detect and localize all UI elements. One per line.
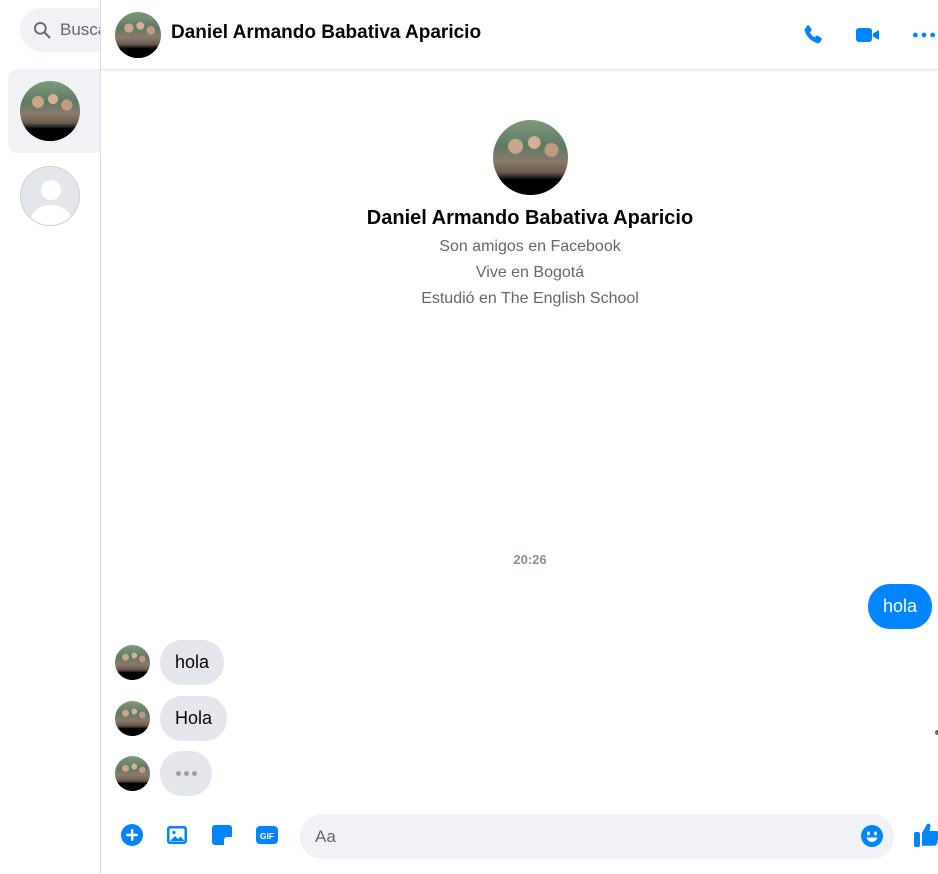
conversation-sidebar: Busca	[0, 0, 101, 874]
send-like-button[interactable]	[913, 821, 938, 849]
attach-image-button[interactable]	[164, 822, 190, 848]
gif-button[interactable]: GIF	[254, 822, 280, 848]
incoming-message-row: Hola	[115, 696, 228, 741]
sender-avatar[interactable]	[115, 756, 150, 791]
call-button[interactable]	[798, 20, 828, 50]
emoji-icon[interactable]	[860, 824, 884, 848]
sticker-icon	[212, 825, 232, 845]
video-call-button[interactable]	[853, 20, 883, 50]
typing-indicator	[160, 751, 212, 796]
conversation-item-unknown[interactable]	[8, 154, 100, 238]
message-timestamp: 20:26	[513, 552, 547, 567]
plus-circle-icon	[121, 824, 143, 846]
search-bar[interactable]: Busca	[20, 8, 100, 52]
video-camera-icon	[856, 28, 879, 42]
default-avatar-icon	[20, 166, 80, 226]
typing-dots-icon	[175, 771, 197, 776]
profile-intro: Daniel Armando Babativa Aparicio Son ami…	[101, 120, 938, 308]
svg-text:GIF: GIF	[260, 831, 274, 841]
incoming-message-row: hola	[115, 640, 225, 685]
more-options-button[interactable]	[909, 20, 938, 50]
thumbs-up-icon	[914, 823, 938, 847]
typing-indicator-row	[115, 751, 212, 796]
message-composer: GIF	[101, 804, 938, 874]
header-contact-name[interactable]: Daniel Armando Babativa Aparicio	[171, 22, 481, 44]
incoming-message[interactable]: Hola	[160, 696, 228, 741]
message-input-wrapper	[300, 814, 894, 859]
incoming-message[interactable]: hola	[160, 640, 225, 685]
profile-friend-status: Son amigos en Facebook	[439, 238, 621, 255]
more-actions-button[interactable]	[119, 822, 145, 848]
avatar	[20, 81, 80, 141]
sender-avatar[interactable]	[115, 701, 150, 736]
search-placeholder: Busca	[60, 20, 100, 39]
search-icon	[34, 22, 51, 39]
profile-location: Vive en Bogotá	[475, 264, 585, 281]
sticker-button[interactable]	[209, 822, 235, 848]
outgoing-message[interactable]: hola	[867, 584, 932, 629]
chat-header: Daniel Armando Babativa Aparicio	[101, 0, 938, 70]
conversation-item-daniel[interactable]	[8, 69, 100, 153]
image-icon	[167, 826, 187, 844]
profile-name: Daniel Armando Babativa Aparicio	[366, 207, 694, 229]
profile-avatar[interactable]	[492, 120, 568, 195]
header-avatar[interactable]	[115, 12, 161, 58]
sender-avatar[interactable]	[115, 645, 150, 680]
profile-education: Estudió en The English School	[421, 290, 639, 307]
message-input[interactable]	[300, 814, 850, 859]
more-options-icon	[912, 32, 936, 38]
messenger-app: Busca Daniel Armando Babativa Aparicio	[0, 0, 938, 874]
gif-icon: GIF	[256, 826, 278, 844]
phone-icon	[804, 25, 822, 44]
